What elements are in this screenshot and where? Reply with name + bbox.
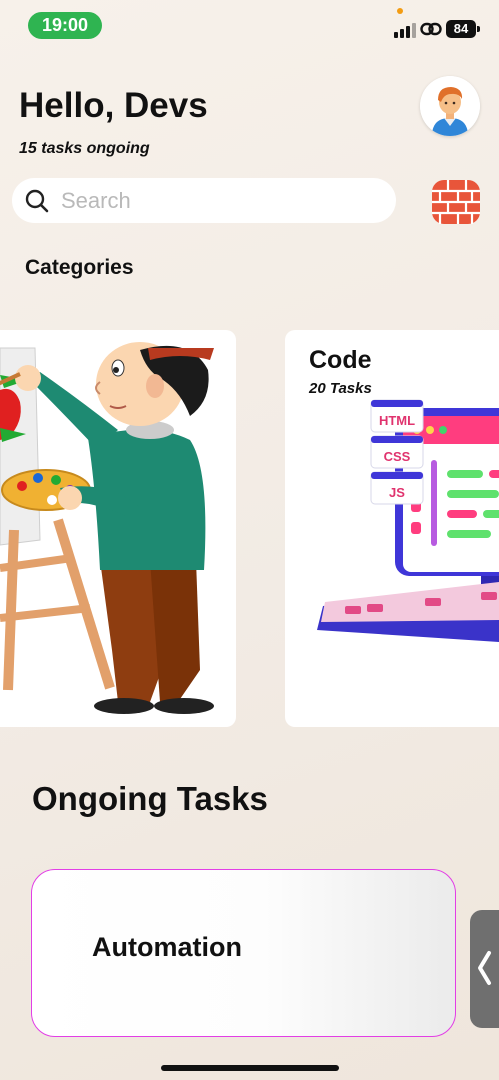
brick-pattern-filter-icon[interactable] bbox=[432, 180, 480, 224]
battery-icon: 84 bbox=[446, 20, 480, 38]
category-card-painting[interactable] bbox=[0, 330, 236, 727]
privacy-indicator-dot bbox=[397, 8, 403, 14]
ongoing-task-card[interactable]: Automation bbox=[31, 869, 456, 1037]
search-icon bbox=[25, 189, 49, 212]
search-input[interactable] bbox=[61, 187, 361, 214]
search-bar[interactable] bbox=[12, 178, 396, 223]
personal-hotspot-link-icon bbox=[420, 22, 442, 36]
user-avatar-icon[interactable] bbox=[420, 76, 480, 136]
status-bar: 19:00 84 bbox=[0, 0, 499, 52]
ongoing-task-title: Automation bbox=[92, 932, 242, 962]
category-card-title: Code bbox=[309, 346, 372, 374]
category-card-code[interactable]: HTML CSS JS Code 20 Tasks bbox=[285, 330, 499, 727]
home-indicator[interactable] bbox=[161, 1065, 339, 1071]
painter-illustration bbox=[0, 342, 214, 714]
code-tag-js: JS bbox=[389, 485, 405, 500]
chevron-left-icon bbox=[478, 951, 491, 985]
category-card-count: 20 Tasks bbox=[309, 380, 372, 397]
side-drawer-handle[interactable] bbox=[470, 910, 499, 1028]
code-tag-html: HTML bbox=[379, 413, 415, 428]
home-screen: 19:00 84 Hello, Devs 15 tasks ongoing Se… bbox=[0, 0, 499, 1080]
categories-heading: Categories bbox=[25, 256, 134, 279]
code-tag-css: CSS bbox=[384, 449, 411, 464]
tasks-ongoing-subtitle: 15 tasks ongoing bbox=[19, 140, 150, 157]
status-time: 19:00 bbox=[28, 12, 102, 39]
cellular-signal-icon bbox=[394, 22, 416, 38]
greeting-title: Hello, Devs bbox=[19, 86, 208, 125]
ongoing-tasks-heading: Ongoing Tasks bbox=[32, 780, 268, 817]
